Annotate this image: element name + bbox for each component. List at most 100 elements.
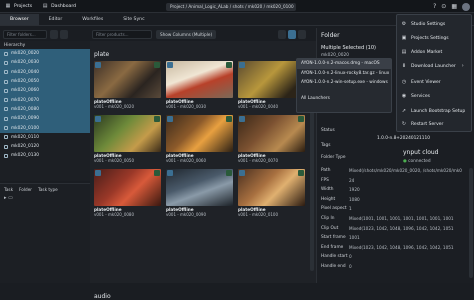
help-icon[interactable]: ?: [433, 3, 436, 10]
list-view-icon[interactable]: [278, 29, 287, 39]
product-icon: [167, 116, 173, 122]
attribute-label: Clip In: [321, 216, 335, 221]
tab-workfiles[interactable]: Workfiles: [72, 14, 113, 25]
product-icon: [167, 62, 173, 68]
launcher-windows[interactable]: AYON-1.0.0-n.2-win-setup.exe - windows: [297, 78, 391, 88]
show-columns-select[interactable]: Show Columns (Multiple): [156, 29, 217, 39]
folder-row[interactable]: mk020_0070: [0, 95, 90, 105]
expand-icon[interactable]: [60, 29, 68, 39]
thumbnail: [166, 169, 233, 206]
product-card[interactable]: plateOffline v001 - mk020_0070: [238, 115, 305, 164]
attribute-value[interactable]: 1920: [349, 187, 360, 192]
menu-label: Projects Settings: [411, 35, 449, 41]
filter-icon[interactable]: [50, 29, 58, 39]
product-card[interactable]: plateOffline v001 - mk020_0100: [238, 169, 305, 218]
launcher-macos[interactable]: AYON-1.0.0-n.2-macos.dmg - macOS: [297, 59, 391, 69]
attribute-value[interactable]: 1001: [349, 235, 360, 240]
attribute-label: FPS: [321, 177, 329, 183]
menu-label: Addon Market: [411, 49, 443, 55]
attribute-label: Start frame: [321, 235, 346, 241]
task-tab[interactable]: Task: [4, 187, 13, 192]
folder-row[interactable]: mk020_0040: [0, 67, 90, 77]
folder-label: mk020_0040: [11, 69, 39, 75]
attribute-value[interactable]: Mixed(/shots/mk020/mk020_0020, /shots/mk…: [349, 168, 462, 173]
filter-products-input[interactable]: Filter products...: [92, 29, 152, 39]
attribute-label: Path: [321, 168, 331, 173]
attribute-value[interactable]: 1080: [349, 197, 360, 202]
folder-toolbar: Filter folders...: [3, 28, 89, 40]
folder-row[interactable]: mk020_0100: [0, 123, 90, 133]
attribute-value[interactable]: 24: [349, 178, 354, 183]
menu-download-launcher[interactable]: ⬇ Download Launcher ›: [401, 63, 466, 69]
attribute-value[interactable]: Mixed(1001, 1001, 1001, 1001, 1001, 1001…: [349, 216, 454, 221]
store-icon: ▤: [401, 49, 407, 55]
product-card[interactable]: plateOffline v001 - mk020_0040: [238, 61, 305, 110]
apps-icon[interactable]: ▦: [451, 3, 457, 10]
folder-row[interactable]: mk020_0050: [0, 76, 90, 87]
tab-editor[interactable]: Editor: [39, 14, 73, 25]
folder-icon: [4, 135, 8, 140]
settings-icon[interactable]: [298, 29, 307, 39]
product-icon: [167, 170, 173, 176]
dashboard-label: Dashboard: [51, 3, 77, 9]
folder-row[interactable]: mk020_0110: [0, 133, 90, 142]
menu-addon-market[interactable]: ▤ Addon Market: [401, 49, 443, 55]
product-version: v001 - mk020_0030: [166, 104, 207, 109]
attribute-value[interactable]: Mixed(1023, 1042, 1048, 1096, 1042, 1042…: [349, 245, 454, 250]
menu-event-viewer[interactable]: ◷ Event Viewer: [401, 79, 441, 85]
breadcrumb[interactable]: Project / Animal_Logic_ALab / shots / mk…: [166, 3, 296, 11]
notifications-icon[interactable]: ⊙: [441, 3, 446, 10]
products-grid: plate plateOffline v001 - mk020_0020 plate…: [90, 41, 316, 300]
projects-button[interactable]: ▦ Projects: [0, 0, 37, 13]
dashboard-button[interactable]: ▤ Dashboard: [37, 0, 81, 13]
folder-tab[interactable]: Folder: [19, 187, 32, 192]
menu-services[interactable]: ◉ Services: [401, 93, 430, 99]
menu-studio-settings[interactable]: ⚙ Studio Settings: [401, 21, 445, 27]
details-scrollbar[interactable]: [469, 168, 473, 278]
attribute-value[interactable]: 0: [349, 264, 352, 269]
sync-status-icon: [226, 116, 232, 122]
task-type-tab[interactable]: Task type: [38, 187, 58, 192]
folder-label: mk020_0130: [11, 153, 39, 159]
product-card[interactable]: plateOffline v001 - mk020_0060: [166, 115, 233, 164]
menu-restart-server[interactable]: ↻ Restart Server: [401, 121, 443, 127]
menu-label: Event Viewer: [411, 79, 441, 85]
rocket-icon: ➚: [401, 108, 407, 114]
folder-row[interactable]: mk020_0020: [0, 49, 90, 59]
tab-site-sync[interactable]: Site Sync: [113, 14, 154, 25]
menu-label: Launch Bootstrap Setup: [411, 108, 466, 114]
product-card[interactable]: plateOffline v001 - mk020_0090: [166, 169, 233, 218]
attribute-value[interactable]: Mixed(1023, 1042, 1048, 1096, 1042, 1042…: [349, 226, 454, 231]
folder-row[interactable]: mk020_0080: [0, 104, 90, 115]
product-card[interactable]: plateOffline v001 - mk020_0050: [94, 115, 161, 164]
services-icon: ◉: [401, 93, 407, 99]
folder-row[interactable]: mk020_0130: [0, 151, 90, 160]
hierarchy-label: Hierarchy: [4, 43, 26, 48]
product-card[interactable]: plateOffline v001 - mk020_0030: [166, 61, 233, 110]
folder-row[interactable]: mk020_0120: [0, 142, 90, 151]
folder-icon: [4, 116, 8, 121]
thumbnail: [94, 61, 161, 98]
download-launcher-dropdown: AYON-1.0.0-n.2-macos.dmg - macOS AYON-1.…: [296, 58, 392, 113]
product-card[interactable]: plateOffline v001 - mk020_0080: [94, 169, 161, 218]
launcher-linux[interactable]: AYON-1.0.0-n.2-linux-rocky8.tar.gz - lin…: [297, 69, 391, 79]
folder-row[interactable]: mk020_0030: [0, 58, 90, 68]
menu-projects-settings[interactable]: ▣ Projects Settings: [401, 35, 449, 41]
menu-bootstrap-setup[interactable]: ➚ Launch Bootstrap Setup: [401, 108, 465, 114]
product-card[interactable]: plateOffline v001 - mk020_0020: [94, 61, 161, 110]
folder-row[interactable]: mk020_0090: [0, 114, 90, 124]
filter-folders-input[interactable]: Filter folders...: [3, 29, 47, 39]
attribute-value[interactable]: 1: [349, 206, 352, 211]
restart-icon: ↻: [401, 121, 407, 127]
folder-icon: [4, 79, 8, 84]
projects-label: Projects: [14, 3, 33, 9]
sync-status-icon: [154, 116, 160, 122]
grid-view-icon[interactable]: [288, 29, 297, 39]
all-launchers[interactable]: All Launchers: [297, 94, 391, 104]
attribute-value[interactable]: 0: [349, 254, 352, 259]
section-audio: audio: [94, 293, 111, 300]
tab-browser[interactable]: Browser: [0, 14, 39, 25]
folder-icon: [4, 107, 8, 112]
folder-row[interactable]: mk020_0060: [0, 86, 90, 96]
avatar[interactable]: [462, 2, 470, 11]
